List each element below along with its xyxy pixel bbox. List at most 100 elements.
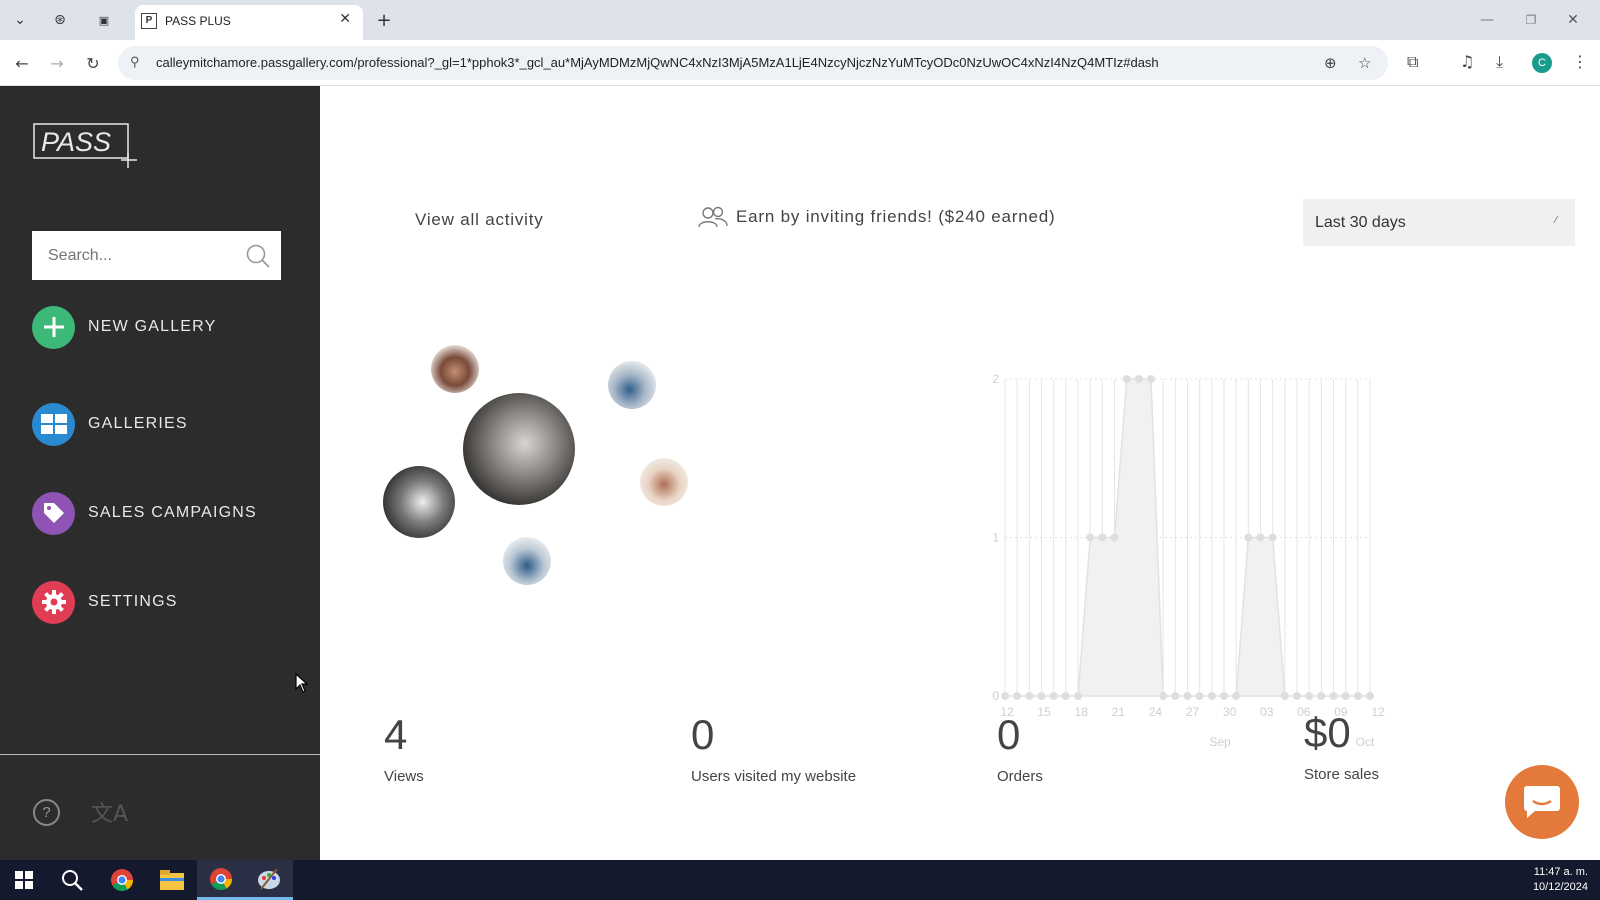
close-tab-icon[interactable]: ✕ — [339, 11, 351, 27]
gear-icon — [32, 580, 75, 624]
omnibox[interactable]: ⚲ calleymitchamore.passgallery.com/profe… — [118, 46, 1388, 80]
activity-photo[interactable] — [608, 361, 656, 409]
store-sales-caption: Store sales — [1304, 766, 1380, 783]
extensions-icon[interactable]: ⧉ — [1407, 52, 1418, 72]
help-icon[interactable]: ? — [33, 799, 60, 826]
pinned-tab-p-icon[interactable]: ▣ — [92, 8, 116, 32]
chart-x-tick: 30 — [1223, 705, 1237, 719]
translate-icon[interactable]: 文A — [91, 796, 128, 828]
chat-icon — [1524, 786, 1560, 818]
chart-point — [1329, 692, 1338, 700]
chart-point — [1317, 692, 1326, 700]
chart-x-tick: 18 — [1075, 705, 1089, 719]
activity-photo[interactable] — [383, 466, 455, 538]
view-all-activity-link[interactable]: View all activity — [415, 210, 544, 230]
activity-photo[interactable] — [503, 537, 551, 585]
clock-date: 10/12/2024 — [1532, 881, 1588, 893]
chart-month-label: Sep — [1209, 735, 1231, 749]
website-visits-caption: Users visited my website — [691, 768, 857, 785]
chart-point — [1195, 692, 1204, 700]
chart-point — [1037, 692, 1046, 700]
earn-text: Earn by inviting friends! ($240 earned) — [736, 207, 1056, 226]
activity-photo-large[interactable] — [463, 393, 575, 505]
search-taskbar-icon[interactable] — [48, 860, 96, 900]
browser-menu-icon[interactable]: ⋮ — [1572, 52, 1588, 71]
back-icon[interactable]: ← — [11, 52, 33, 74]
new-tab-icon[interactable]: + — [372, 8, 396, 32]
pass-logo[interactable]: PASS — [33, 123, 143, 169]
views-value: 4 — [384, 711, 408, 758]
browser-tab-bar: ⌄ ⊛ ▣ P PASS PLUS ✕ + — ❐ ✕ — [0, 0, 1600, 40]
chart-x-tick: 03 — [1260, 705, 1274, 719]
chart-y-tick: 2 — [992, 372, 999, 386]
chart-point — [1353, 692, 1362, 700]
chart-y-tick: 1 — [992, 531, 999, 545]
website-visits-stat: 0 Users visited my website — [691, 711, 857, 786]
chart-point — [1183, 692, 1192, 700]
chart-point — [1268, 533, 1277, 542]
galleries-label: GALLERIES — [88, 415, 188, 432]
store-sales-stat: $0 Store sales — [1304, 712, 1380, 784]
chart-point — [1122, 375, 1131, 383]
reload-icon[interactable]: ↻ — [82, 52, 104, 74]
url-text[interactable]: calleymitchamore.passgallery.com/profess… — [156, 55, 1159, 70]
search-box[interactable] — [32, 231, 281, 280]
bookmark-star-icon[interactable]: ☆ — [1358, 54, 1371, 72]
search-icon[interactable] — [245, 243, 271, 269]
galleries-button[interactable]: GALLERIES — [32, 402, 292, 446]
website-visits-value: 0 — [691, 711, 715, 758]
chart-point — [1025, 692, 1034, 700]
download-icon[interactable]: ⤓ — [1496, 52, 1503, 72]
clock-time: 11:47 a. m. — [1533, 866, 1588, 878]
earn-invite-link[interactable]: Earn by inviting friends! ($240 earned) — [698, 206, 1055, 228]
date-range-value: Last 30 days — [1315, 213, 1406, 231]
chart-point — [1013, 692, 1022, 700]
chart-point — [1001, 692, 1009, 700]
new-gallery-button[interactable]: NEW GALLERY — [32, 305, 292, 349]
minimize-icon[interactable]: — — [1475, 8, 1499, 32]
chart-point — [1147, 375, 1155, 383]
pinned-tab-openai-icon[interactable]: ⊛ — [48, 8, 72, 32]
chart-point — [1305, 692, 1314, 700]
chrome-profile-taskbar-icon[interactable] — [197, 860, 245, 900]
sidebar-divider — [0, 754, 320, 755]
orders-value: 0 — [997, 711, 1021, 758]
zoom-icon[interactable]: ⊕ — [1324, 54, 1337, 72]
chart-point — [1086, 533, 1095, 542]
file-explorer-icon[interactable] — [148, 860, 196, 900]
forward-icon[interactable]: → — [46, 52, 68, 74]
chart-point — [1134, 375, 1143, 383]
settings-button[interactable]: SETTINGS — [32, 580, 292, 624]
paint-app-icon[interactable] — [245, 860, 293, 900]
site-info-icon[interactable]: ⚲ — [130, 54, 140, 70]
search-input[interactable] — [32, 231, 232, 280]
chart-point — [1207, 692, 1216, 700]
media-controls-icon[interactable]: ♫ — [1460, 52, 1474, 71]
people-icon — [698, 206, 728, 228]
tab-list-chevron-icon[interactable]: ⌄ — [8, 8, 32, 32]
sales-campaigns-button[interactable]: SALES CAMPAIGNS — [32, 491, 292, 535]
chart-point — [1074, 692, 1082, 700]
close-window-icon[interactable]: ✕ — [1561, 8, 1585, 32]
activity-photo[interactable] — [640, 458, 688, 506]
date-range-select[interactable]: Last 30 days ⁄ — [1303, 199, 1575, 246]
dashboard-main: View all activity Earn by inviting frien… — [320, 86, 1600, 860]
profile-avatar[interactable]: C — [1532, 53, 1552, 73]
chart-point — [1232, 692, 1241, 700]
tab-pass-plus[interactable]: P PASS PLUS ✕ — [135, 5, 363, 40]
sidebar: PASS NEW GALLERY GALLERIES SALES CAMPAIG… — [0, 86, 320, 860]
chrome-taskbar-icon[interactable] — [98, 860, 146, 900]
chart-point — [1049, 692, 1058, 700]
windows-start-icon[interactable] — [0, 860, 48, 900]
views-stat: 4 Views — [384, 711, 424, 786]
svg-text:PASS: PASS — [41, 127, 111, 157]
settings-label: SETTINGS — [88, 593, 178, 610]
restore-icon[interactable]: ❐ — [1519, 8, 1543, 32]
activity-photo[interactable] — [431, 345, 479, 393]
orders-stat: 0 Orders — [997, 711, 1043, 786]
chat-launcher-button[interactable] — [1505, 765, 1579, 839]
system-clock[interactable]: 11:47 a. m. 10/12/2024 — [1533, 865, 1588, 895]
chart-point — [1293, 692, 1301, 700]
mouse-cursor-icon — [295, 673, 309, 693]
chart-x-tick: 24 — [1149, 705, 1163, 719]
